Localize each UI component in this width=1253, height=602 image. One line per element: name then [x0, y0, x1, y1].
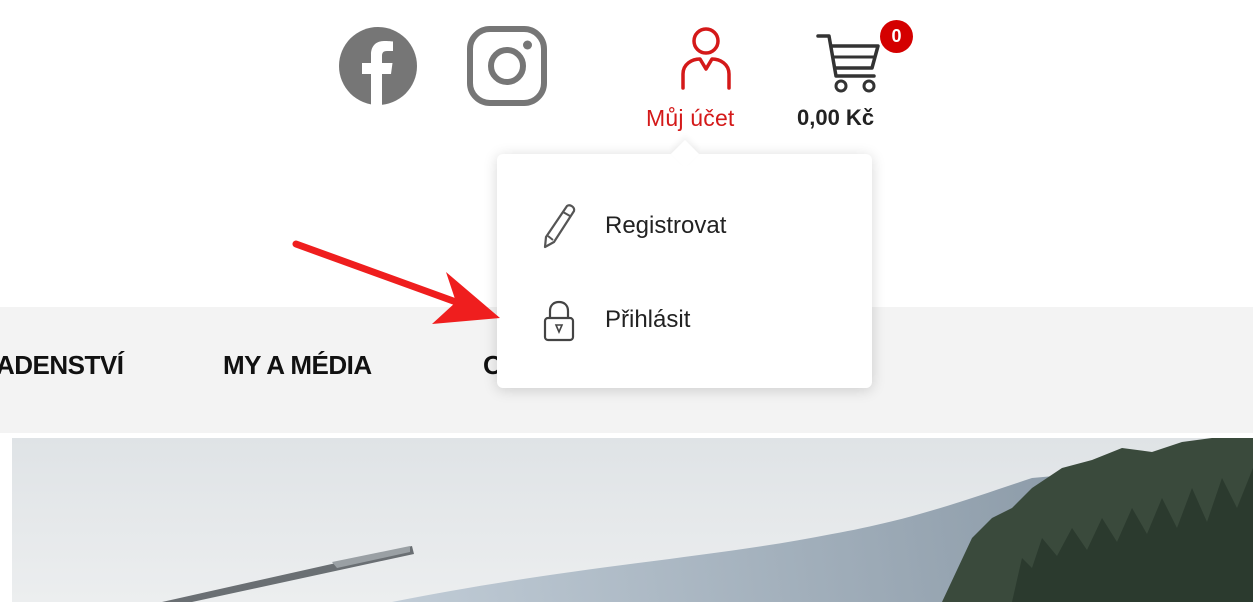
hero-image [12, 438, 1253, 602]
user-icon [681, 27, 731, 90]
login-label: Přihlásit [605, 306, 691, 333]
nav-item-my-a-media[interactable]: MY A MÉDIA [223, 350, 372, 381]
cart-button[interactable]: 0 0,00 Kč [792, 14, 913, 134]
register-label: Registrovat [605, 212, 727, 239]
dropdown-caret [670, 139, 700, 169]
register-menu-item[interactable]: Registrovat [497, 194, 872, 254]
account-dropdown-menu: Registrovat Přihlásit [497, 139, 872, 388]
annotation-arrow [292, 240, 500, 324]
my-account-link[interactable]: Můj účet [640, 24, 780, 134]
cart-icon [816, 34, 880, 93]
login-menu-item[interactable]: Přihlásit [497, 288, 872, 348]
facebook-icon[interactable] [338, 26, 418, 106]
my-account-label: Můj účet [646, 105, 735, 131]
lock-icon [543, 300, 575, 342]
cart-count-badge: 0 [880, 20, 913, 53]
nav-item-1[interactable]: ADENSTVÍ [0, 350, 124, 381]
pencil-icon [543, 204, 576, 249]
cart-total: 0,00 Kč [797, 105, 875, 130]
instagram-icon[interactable] [467, 26, 547, 106]
